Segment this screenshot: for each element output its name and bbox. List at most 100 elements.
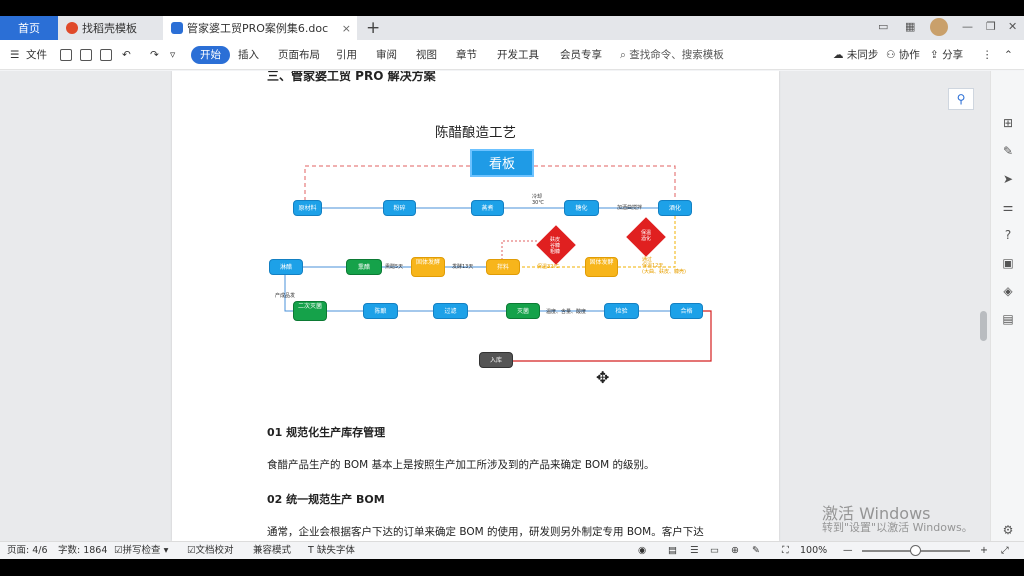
flow-node-store: 入库 (479, 352, 513, 368)
vertical-scrollbar[interactable] (977, 71, 989, 541)
sync-label: 未同步 (846, 49, 879, 61)
export-icon[interactable] (80, 40, 92, 70)
label-ferment: 发酵13天 (452, 264, 474, 270)
document-page[interactable]: 三、管家婆工贸 PRO 解决方案 陈醋酿造工艺 看板 原材料 粉碎 蒸煮 冷却 … (172, 71, 779, 541)
paragraph-1: 食醋产品生产的 BOM 基本上是按照生产加工所涉及到的产品来确定 BOM 的级别… (267, 459, 655, 471)
spell-check-button[interactable]: ☑拼写检查 ▾ (114, 542, 168, 559)
location-pin-icon[interactable]: ⚲ (948, 88, 974, 110)
label-hint: 通过 保温12天 (大曲、麸皮、糠壳) (642, 257, 686, 275)
flow-node-crush: 粉碎 (383, 200, 416, 216)
flow-node-steam: 蒸煮 (471, 200, 504, 216)
move-cursor-icon: ✥ (596, 368, 610, 387)
activation-watermark-text: 转到"设置"以激活 Windows。 (822, 521, 973, 534)
missing-font-label: 缺失字体 (316, 545, 355, 556)
page-indicator[interactable]: 页面: 4/6 (7, 542, 48, 559)
section-heading-2: 02 统一规范生产 BOM (267, 493, 385, 506)
minimize-icon[interactable]: — (962, 20, 973, 33)
word-count[interactable]: 字数: 1864 (58, 542, 107, 559)
scrollbar-thumb[interactable] (980, 311, 987, 341)
adjust-icon[interactable]: ⚌ (1001, 200, 1015, 214)
tab-bar: 首页 找稻壳模板 管家婆工贸PRO案例集6.doc × + ▭ ▦ — ❐ ✕ (0, 16, 1024, 40)
flow-node-sterilize: 灭菌 (506, 303, 540, 319)
wps-writer-window: 首页 找稻壳模板 管家婆工贸PRO案例集6.doc × + ▭ ▦ — ❐ ✕ … (0, 16, 1024, 559)
undo-icon[interactable]: ↶ (122, 40, 131, 70)
paragraph-2: 通常，企业会根据客户下达的订单来确定 BOM 的使用，研发则另外制定专用 BOM… (267, 526, 704, 538)
zoom-level[interactable]: 100% (800, 542, 827, 559)
label-test: 温度、含量、酸度 (546, 309, 587, 315)
collab-button[interactable]: ⚇ 协作 (886, 40, 920, 70)
save-icon[interactable] (60, 40, 72, 70)
writer-doc-icon (171, 22, 183, 34)
flow-node-resterilize: 二次灭菌 (293, 301, 327, 321)
compat-mode: 兼容模式 (253, 545, 292, 556)
layout-icon[interactable]: ▭ (878, 20, 888, 33)
help-icon[interactable]: ? (1001, 228, 1015, 242)
avatar[interactable] (930, 18, 948, 36)
sync-status[interactable]: ☁ 未同步 (833, 40, 878, 70)
read-view-icon[interactable]: ▭ (710, 542, 719, 559)
spell-check-label: 拼写检查 (122, 545, 161, 556)
apps-grid-icon[interactable]: ▦ (905, 20, 915, 33)
process-flow-lines (284, 165, 712, 362)
flow-node-smoke: 熏醋 (346, 259, 382, 275)
fit-page-icon[interactable]: ⛶ (782, 542, 789, 559)
pointer-icon[interactable]: ➤ (1001, 172, 1015, 186)
ribbon-tab-view[interactable]: 视图 (416, 40, 437, 70)
diamond-insulate-text: 保温 酒化 (640, 230, 651, 242)
ribbon-tab-start[interactable]: 开始 (191, 46, 230, 64)
location-icon[interactable]: ◈ (1001, 284, 1015, 298)
ribbon-tab-layout[interactable]: 页面布局 (278, 40, 320, 70)
zoom-slider-handle[interactable] (910, 545, 921, 556)
ribbon-tab-developer[interactable]: 开发工具 (497, 40, 539, 70)
tab-home[interactable]: 首页 (0, 16, 58, 40)
zoom-out-icon[interactable]: — (843, 542, 853, 559)
outline-view-icon[interactable]: ☰ (690, 542, 699, 559)
ribbon-tab-references[interactable]: 引用 (336, 40, 357, 70)
flow-node-drain: 淋醋 (269, 259, 303, 275)
section-heading-1: 01 规范化生产库存管理 (267, 426, 386, 439)
print-preview-icon[interactable] (100, 40, 112, 70)
layers-icon[interactable]: ▤ (1001, 312, 1015, 326)
proofread-icon: ☑ (187, 545, 196, 556)
proofread-button[interactable]: ☑文档校对 (187, 542, 234, 559)
restore-icon[interactable]: ❐ (986, 20, 996, 33)
more-icon[interactable]: ⋮ (982, 40, 993, 70)
flow-node-solid-ferment-1: 固体发酵 (411, 257, 445, 277)
tab-document[interactable]: 管家婆工贸PRO案例集6.doc × (163, 16, 357, 40)
redo-icon[interactable]: ↷ (150, 40, 159, 70)
zoom-in-icon[interactable]: + (980, 542, 988, 559)
bookmark-icon[interactable]: ⊞ (1001, 116, 1015, 130)
command-search[interactable]: ⌕ 查找命令、搜索模板 (620, 40, 724, 70)
ribbon-tab-review[interactable]: 审阅 (376, 40, 397, 70)
document-canvas[interactable]: 三、管家婆工贸 PRO 解决方案 陈醋酿造工艺 看板 原材料 粉碎 蒸煮 冷却 … (0, 71, 990, 541)
page-view-icon[interactable]: ▤ (668, 542, 677, 559)
ribbon-tab-insert[interactable]: 插入 (238, 40, 259, 70)
image-icon[interactable]: ▣ (1001, 256, 1015, 270)
eye-protect-icon[interactable]: ◉ (638, 542, 646, 559)
menu-icon[interactable]: ☰ (10, 40, 19, 70)
diamond-bran-text: 麸皮 谷糠 粗糠 (549, 237, 560, 255)
ribbon-tab-member[interactable]: 会员专享 (560, 40, 602, 70)
label-cool: 冷却 30℃ (532, 194, 544, 206)
settings-icon[interactable]: ⚙ (1001, 523, 1015, 537)
tab-template[interactable]: 找稻壳模板 (58, 16, 162, 40)
fullscreen-icon[interactable]: ⤢ (1001, 542, 1009, 559)
file-menu[interactable]: 文件 (26, 40, 47, 70)
status-bar: 页面: 4/6 字数: 1864 ☑拼写检查 ▾ ☑文档校对 兼容模式 T 缺失… (0, 541, 1024, 559)
label-mature: 产成品发 (275, 293, 296, 299)
web-view-icon[interactable]: ⊕ (731, 542, 739, 559)
screen-frame: 首页 找稻壳模板 管家婆工贸PRO案例集6.doc × + ▭ ▦ — ❐ ✕ … (0, 0, 1024, 576)
ribbon-tab-chapter[interactable]: 章节 (456, 40, 477, 70)
annotate-icon[interactable]: ✎ (752, 542, 760, 559)
quick-access-dropdown-icon[interactable]: ▿ (170, 40, 175, 70)
new-tab-button[interactable]: + (366, 16, 380, 40)
collapse-ribbon-icon[interactable]: ⌃ (1004, 40, 1013, 70)
proofread-label: 文档校对 (195, 545, 234, 556)
flow-node-saccharify: 糖化 (564, 200, 599, 216)
share-button[interactable]: ⇪ 分享 (930, 40, 963, 70)
pen-icon[interactable]: ✎ (1001, 144, 1015, 158)
label-smoke: 熏醋5天 (385, 264, 404, 270)
window-close-icon[interactable]: ✕ (1008, 20, 1017, 33)
missing-font-button[interactable]: T 缺失字体 (308, 542, 355, 559)
close-icon[interactable]: × (342, 22, 351, 35)
